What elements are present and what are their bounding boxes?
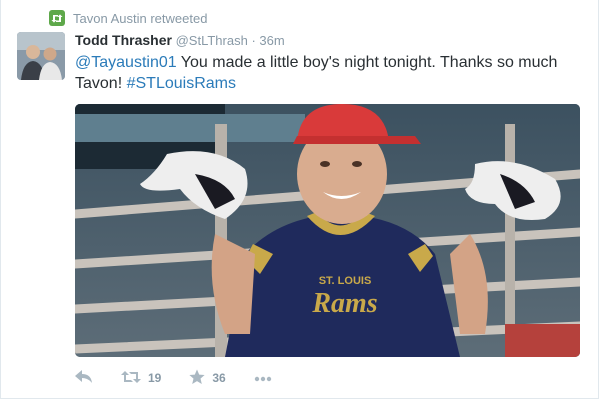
star-icon [189,369,205,388]
author-username[interactable]: @StLThrash [176,33,248,48]
tweet-card[interactable]: Tavon Austin retweeted Todd Thrasher @St… [0,0,599,399]
retweet-context: Tavon Austin retweeted [49,9,207,27]
tweet-actions: 19 36 [75,368,300,388]
favorite-count: 36 [212,371,226,385]
mention-link[interactable]: @Tayaustin01 [75,54,177,71]
retweet-icon [121,370,141,387]
more-button[interactable] [254,371,272,385]
tweet-text: @Tayaustin01 You made a little boy's nig… [75,52,580,94]
tweet-timestamp[interactable]: 36m [259,33,284,48]
time-separator: · [251,33,256,48]
reply-icon [75,369,93,387]
favorite-button[interactable]: 36 [189,369,226,388]
jersey-logo: Rams [311,288,377,319]
tweet-header: Todd Thrasher @StLThrash · 36m [75,32,285,48]
retweet-button[interactable]: 19 [121,370,161,387]
tweet-photo[interactable]: ST. LOUIS Rams [75,104,580,357]
author-fullname[interactable]: Todd Thrasher [75,32,172,48]
more-icon [254,371,272,385]
hashtag-link[interactable]: #STLouisRams [127,75,236,92]
retweet-icon [49,10,65,26]
retweet-count: 19 [148,371,162,385]
jersey-text: ST. LOUIS [319,275,372,287]
retweet-context-text[interactable]: Tavon Austin retweeted [73,11,207,26]
author-avatar[interactable] [17,32,65,80]
photo-illustration: ST. LOUIS Rams [75,104,580,357]
reply-button[interactable] [75,369,93,387]
